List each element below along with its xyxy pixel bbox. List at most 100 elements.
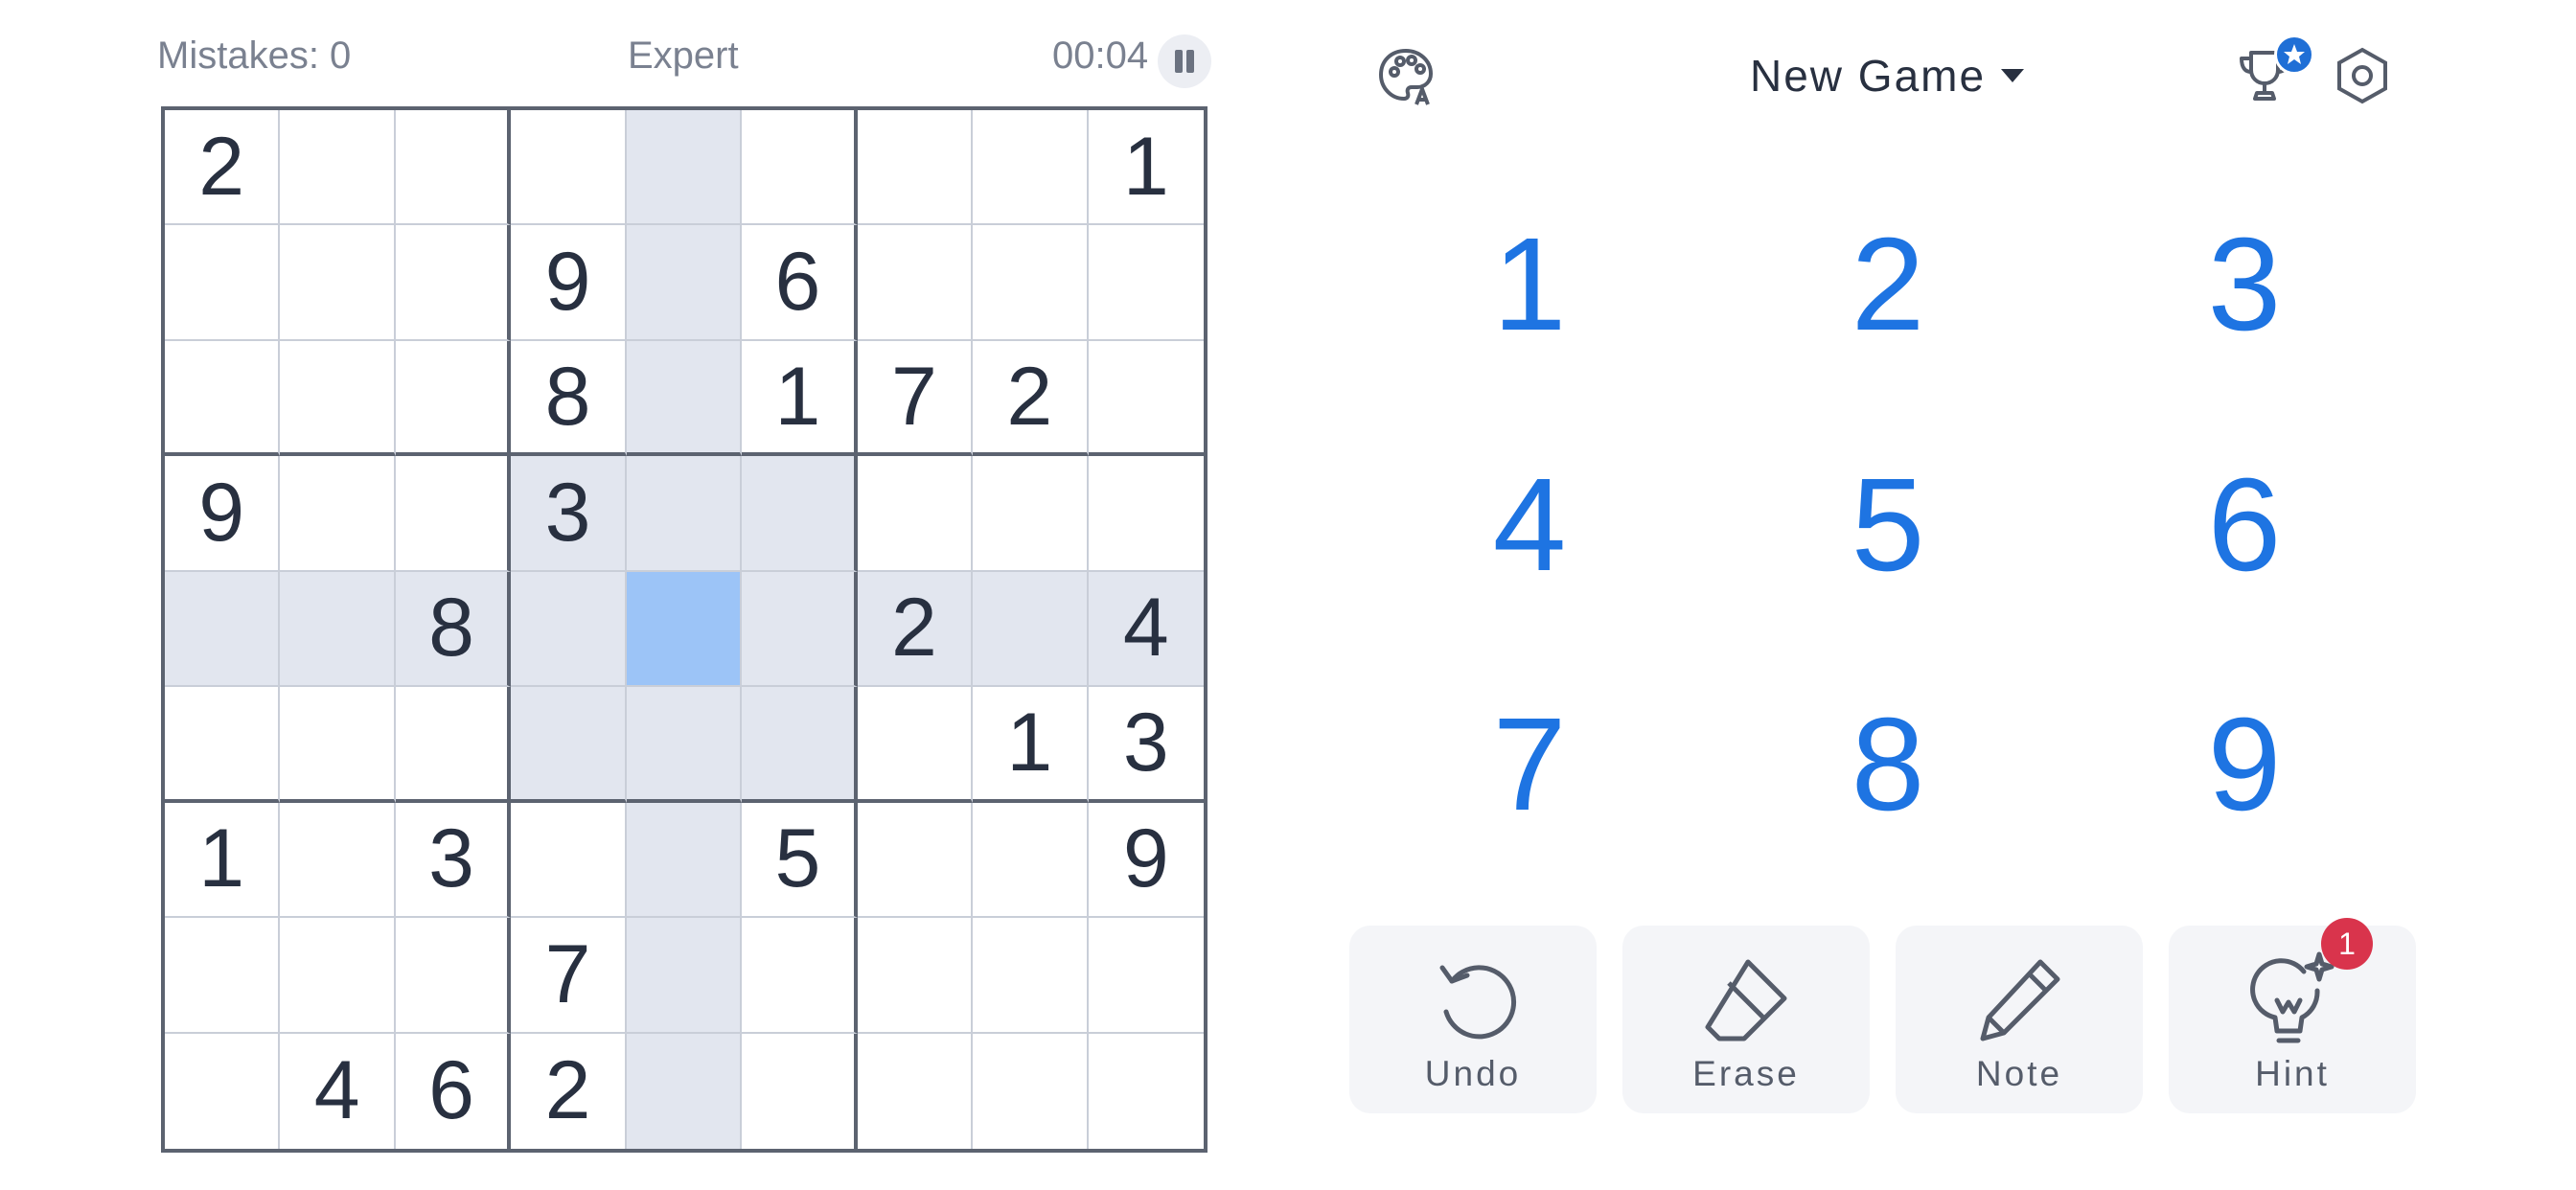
cell-r1-c2[interactable]: [280, 110, 396, 226]
cell-r2-c1[interactable]: [165, 225, 281, 341]
cell-r4-c3[interactable]: [395, 456, 512, 572]
cell-r7-c4[interactable]: [511, 802, 627, 919]
cell-r6-c9[interactable]: 3: [1088, 687, 1204, 803]
cell-r2-c8[interactable]: [973, 225, 1089, 341]
undo-button[interactable]: Undo: [1349, 926, 1597, 1113]
settings-hexagon-icon: [2337, 47, 2387, 104]
cell-r4-c8[interactable]: [973, 456, 1089, 572]
cell-r5-c2[interactable]: [280, 571, 396, 688]
cell-r4-c1[interactable]: 9: [165, 456, 281, 572]
cell-r7-c8[interactable]: [973, 802, 1089, 919]
theme-palette-button[interactable]: [1372, 42, 1439, 109]
cell-r3-c4[interactable]: 8: [511, 340, 627, 457]
cell-r9-c5[interactable]: [626, 1033, 743, 1149]
cell-r1-c9[interactable]: 1: [1088, 110, 1204, 226]
cell-r5-c3[interactable]: 8: [395, 571, 512, 688]
cell-r5-c9[interactable]: 4: [1088, 571, 1204, 688]
cell-r6-c2[interactable]: [280, 687, 396, 803]
cell-r2-c3[interactable]: [395, 225, 512, 341]
number-key-6[interactable]: 6: [2158, 439, 2331, 611]
cell-r9-c7[interactable]: [858, 1033, 974, 1149]
cell-r9-c8[interactable]: [973, 1033, 1089, 1149]
cell-r4-c7[interactable]: [857, 456, 974, 572]
number-key-3[interactable]: 3: [2158, 198, 2331, 371]
new-game-dropdown[interactable]: New Game: [1750, 42, 2025, 109]
cell-r2-c7[interactable]: [857, 225, 974, 341]
cell-r5-c7[interactable]: 2: [857, 571, 974, 688]
cell-r4-c4[interactable]: 3: [511, 456, 627, 572]
cell-r8-c5[interactable]: [626, 918, 743, 1034]
cell-r6-c6[interactable]: [742, 687, 858, 803]
cell-r6-c4[interactable]: [511, 687, 627, 803]
cell-r5-c5[interactable]: [626, 571, 743, 688]
cell-r7-c6[interactable]: 5: [742, 802, 858, 919]
cell-r6-c8[interactable]: 1: [973, 687, 1089, 803]
number-key-5[interactable]: 5: [1802, 439, 1974, 611]
cell-r7-c5[interactable]: [626, 802, 743, 919]
cell-r3-c6[interactable]: 1: [742, 340, 858, 457]
pause-button[interactable]: [1158, 34, 1211, 88]
cell-r7-c7[interactable]: [857, 802, 974, 919]
cell-r1-c8[interactable]: [973, 110, 1089, 226]
cell-r7-c9[interactable]: 9: [1088, 803, 1204, 919]
cell-r5-c6[interactable]: [742, 571, 858, 688]
hint-button[interactable]: Hint: [2169, 926, 2416, 1113]
cell-r7-c1[interactable]: 1: [165, 802, 281, 919]
cell-r9-c4[interactable]: 2: [511, 1033, 627, 1149]
cell-r2-c6[interactable]: 6: [742, 225, 858, 341]
cell-r1-c5[interactable]: [626, 110, 743, 226]
cell-r1-c6[interactable]: [742, 110, 858, 226]
cell-r9-c1[interactable]: [165, 1033, 281, 1149]
cell-r3-c9[interactable]: [1088, 341, 1204, 457]
cell-r1-c4[interactable]: [511, 110, 627, 226]
cell-r8-c4[interactable]: 7: [511, 918, 627, 1034]
cell-r4-c9[interactable]: [1088, 456, 1204, 572]
cell-r6-c3[interactable]: [395, 687, 512, 803]
cell-r1-c3[interactable]: [395, 110, 512, 226]
cell-r3-c3[interactable]: [395, 340, 512, 457]
cell-r2-c5[interactable]: [626, 225, 743, 341]
cell-r2-c2[interactable]: [280, 225, 396, 341]
cell-r4-c2[interactable]: [280, 456, 396, 572]
cell-r3-c1[interactable]: [165, 340, 281, 457]
cell-r5-c1[interactable]: [165, 571, 281, 688]
cell-r9-c9[interactable]: [1089, 1034, 1204, 1149]
number-key-7[interactable]: 7: [1443, 678, 1616, 851]
cell-r7-c2[interactable]: [280, 802, 396, 919]
cell-r3-c8[interactable]: 2: [973, 340, 1089, 457]
number-key-8[interactable]: 8: [1802, 678, 1974, 851]
cell-r9-c2[interactable]: 4: [280, 1033, 396, 1149]
number-key-2[interactable]: 2: [1802, 198, 1974, 371]
cell-r5-c8[interactable]: [973, 571, 1089, 688]
cell-r9-c6[interactable]: [742, 1033, 858, 1149]
cell-r8-c2[interactable]: [280, 918, 396, 1034]
cell-r9-c3[interactable]: 6: [396, 1033, 512, 1149]
cell-r4-c5[interactable]: [626, 456, 743, 572]
cell-r2-c9[interactable]: [1088, 225, 1204, 341]
cell-r8-c1[interactable]: [165, 918, 281, 1034]
cell-r5-c4[interactable]: [511, 571, 627, 688]
cell-r8-c9[interactable]: [1088, 918, 1204, 1034]
note-button[interactable]: Note: [1896, 926, 2143, 1113]
cell-r8-c7[interactable]: [857, 918, 974, 1034]
star-icon: [2284, 44, 2305, 64]
erase-button[interactable]: Erase: [1622, 926, 1870, 1113]
cell-r7-c3[interactable]: 3: [395, 802, 512, 919]
number-key-1[interactable]: 1: [1443, 198, 1616, 371]
cell-r3-c7[interactable]: 7: [857, 340, 974, 457]
settings-button[interactable]: [2329, 42, 2396, 109]
cell-r8-c3[interactable]: [395, 918, 512, 1034]
cell-r1-c1[interactable]: 2: [165, 110, 281, 226]
number-key-9[interactable]: 9: [2158, 678, 2331, 851]
cell-r8-c8[interactable]: [973, 918, 1089, 1034]
cell-r6-c7[interactable]: [857, 687, 974, 803]
number-key-4[interactable]: 4: [1443, 439, 1616, 611]
cell-r8-c6[interactable]: [742, 918, 858, 1034]
cell-r6-c5[interactable]: [626, 687, 743, 803]
cell-r1-c7[interactable]: [857, 110, 974, 226]
cell-r3-c5[interactable]: [626, 340, 743, 457]
cell-r3-c2[interactable]: [280, 340, 396, 457]
cell-r4-c6[interactable]: [742, 456, 858, 572]
cell-r6-c1[interactable]: [165, 687, 281, 803]
cell-r2-c4[interactable]: 9: [511, 225, 627, 341]
